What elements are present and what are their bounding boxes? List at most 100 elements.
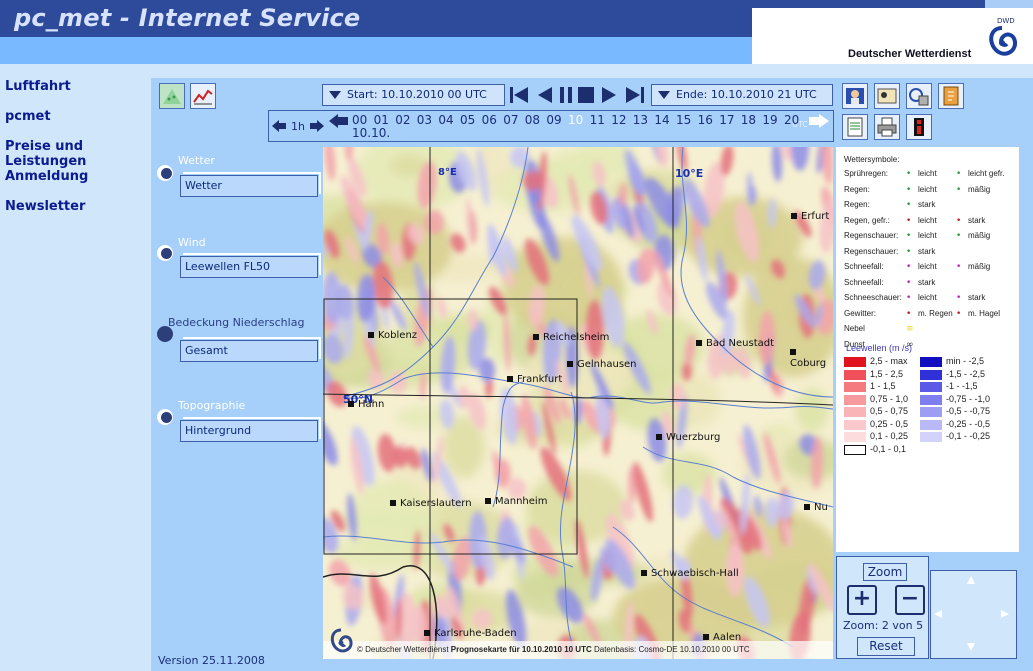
legend-row-a: m. Regen (918, 308, 953, 318)
hour-18[interactable]: 18 (741, 113, 756, 127)
weather-symbol-icon: • (906, 246, 912, 257)
step-down-icon[interactable] (271, 119, 287, 133)
step-up-icon[interactable] (309, 119, 325, 133)
hour-14[interactable]: 14 (654, 113, 669, 127)
sidebar-item-preise[interactable]: Preise und Leistungen (5, 139, 147, 169)
hour-09[interactable]: 09 (546, 113, 561, 127)
print-button[interactable] (874, 114, 900, 140)
weather-symbol-icon: • (956, 293, 962, 303)
city-marker-icon (641, 570, 647, 576)
user-settings-button[interactable] (842, 83, 868, 109)
pause-icon[interactable] (560, 87, 572, 103)
legend-row-name: Nebel (844, 324, 865, 333)
stop-icon[interactable] (578, 87, 594, 103)
lee-swatch (920, 394, 942, 405)
layer-select-topographie[interactable]: Hintergrund (180, 417, 321, 442)
map-view-button[interactable] (159, 83, 185, 109)
zoom-reset-button[interactable]: Reset (857, 637, 915, 656)
lee-swatch (844, 357, 866, 367)
layer-radio-wind[interactable] (157, 245, 173, 261)
layer-radio-wetter[interactable] (157, 165, 173, 181)
weather-symbol-icon: ≡ (906, 324, 914, 334)
document-icon (847, 117, 863, 137)
hour-00[interactable]: 00 (352, 113, 367, 127)
layer-select-wind[interactable]: Leewellen FL50 (180, 253, 321, 278)
hours-scroll-left-icon[interactable] (328, 112, 350, 130)
hour-04[interactable]: 04 (438, 113, 453, 127)
start-time-select[interactable]: Start: 10.10.2010 00 UTC (322, 84, 505, 106)
lee-swatch (920, 407, 942, 417)
hours-scroll-right-icon[interactable] (808, 112, 830, 130)
lee-label: -1,5 - -2,5 (946, 368, 986, 379)
city-marker-icon (696, 340, 702, 346)
step-size: 1h (291, 120, 305, 133)
layer-select-bedeckung[interactable]: Gesamt (180, 337, 321, 362)
sidebar-item-luftfahrt[interactable]: Luftfahrt (5, 79, 71, 94)
layer-radio-bedeckung[interactable] (157, 326, 173, 342)
prev-frame-icon[interactable] (538, 87, 552, 103)
legend-row-a: leicht (918, 293, 937, 302)
hour-11[interactable]: 11 (590, 113, 605, 127)
next-frame-icon[interactable] (602, 87, 616, 103)
lee-label: 1,5 - 2,5 (870, 368, 904, 379)
hour-17[interactable]: 17 (719, 113, 734, 127)
help-button[interactable] (906, 114, 932, 140)
pan-control (930, 570, 1017, 659)
legend-row-b: mäßig (968, 262, 991, 271)
legend-symbols-title: Wettersymbole: (844, 155, 900, 164)
last-frame-icon[interactable] (626, 87, 644, 103)
hour-19[interactable]: 19 (762, 113, 777, 127)
legend-row-a: stark (918, 246, 936, 256)
layer-select-wetter[interactable]: Wetter (180, 172, 321, 197)
pan-up-icon[interactable] (967, 576, 975, 584)
hour-10[interactable]: 10 (568, 113, 583, 127)
pan-left-icon[interactable] (934, 610, 942, 618)
hour-01[interactable]: 01 (374, 113, 389, 127)
layer-heading-wetter: Wetter (178, 154, 215, 167)
zoom-panel: Zoom + − Zoom: 2 von 5 Reset (836, 556, 929, 659)
city-marker-icon (368, 332, 374, 338)
sidebar-item-newsletter[interactable]: Newsletter (5, 199, 85, 214)
chart-view-button[interactable] (190, 83, 216, 109)
city-schwaebisch-hall: Schwaebisch-Hall (641, 568, 739, 579)
end-time-select[interactable]: Ende: 10.10.2010 21 UTC (651, 84, 833, 106)
weather-symbol-icon: • (956, 231, 962, 241)
zoom-status: Zoom: 2 von 5 (843, 619, 924, 632)
map-canvas (323, 147, 833, 659)
pan-down-icon[interactable] (967, 643, 975, 651)
forecast-map[interactable]: 8°E 10°E 50°N Erfurt Koblenz Reichelshei… (323, 147, 833, 659)
hour-06[interactable]: 06 (482, 113, 497, 127)
pan-right-icon[interactable] (1001, 610, 1009, 618)
lee-swatch (920, 419, 942, 430)
dropdown-arrow-icon (329, 91, 341, 99)
hour-02[interactable]: 02 (395, 113, 410, 127)
hour-03[interactable]: 03 (417, 113, 432, 127)
city-marker-icon (790, 349, 796, 355)
hour-20[interactable]: 20 (784, 113, 799, 127)
info-button[interactable] (938, 83, 964, 109)
contact-button[interactable] (874, 83, 900, 109)
first-frame-icon[interactable] (510, 87, 528, 103)
zoom-in-button[interactable]: + (847, 585, 877, 615)
hour-08[interactable]: 08 (525, 113, 540, 127)
sidebar-item-anmeldung[interactable]: Anmeldung (5, 169, 88, 184)
layer-radio-topographie[interactable] (157, 409, 173, 425)
lee-swatch (920, 382, 942, 392)
lee-swatch (844, 394, 866, 405)
archive-button[interactable] (906, 83, 932, 109)
hour-07[interactable]: 07 (503, 113, 518, 127)
hour-12[interactable]: 12 (611, 113, 626, 127)
map-view-icon (163, 89, 181, 104)
document-button[interactable] (842, 114, 868, 140)
hour-15[interactable]: 15 (676, 113, 691, 127)
legend-row-name: Regenschauer: (844, 231, 899, 240)
sidebar-item-pcmet[interactable]: pcmet (5, 109, 51, 124)
legend-row-name: Sprühregen: (844, 169, 889, 178)
hour-13[interactable]: 13 (633, 113, 648, 127)
hour-16[interactable]: 16 (698, 113, 713, 127)
weather-symbol-icon: • (906, 308, 912, 319)
layer-heading-bedeckung: Bedeckung Niederschlag (168, 316, 305, 329)
legend-row-name: Schneeschauer: (844, 293, 902, 302)
hour-05[interactable]: 05 (460, 113, 475, 127)
zoom-out-button[interactable]: − (895, 585, 925, 615)
